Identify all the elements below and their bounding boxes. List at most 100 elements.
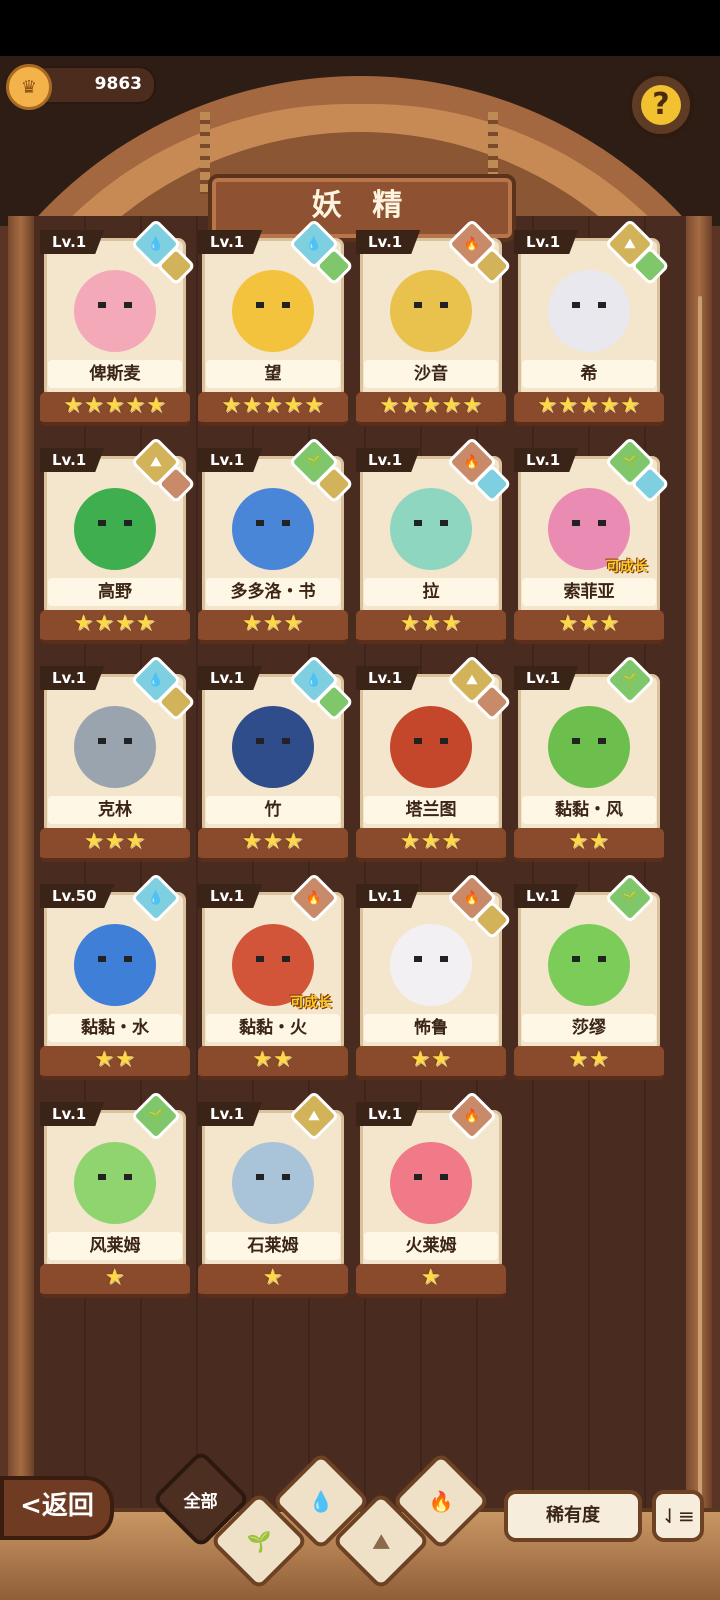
star-rating: ★★★: [198, 828, 348, 862]
star-rating: ★★★: [514, 610, 664, 644]
fairy-card[interactable]: Lv.50 💧 黏黏・水 ★★: [40, 872, 190, 1080]
fairy-name: 俾斯麦: [48, 360, 182, 388]
level-badge: Lv.1: [198, 884, 263, 908]
level-badge: Lv.1: [198, 230, 263, 254]
fairy-card[interactable]: Lv.1 🔥 怖鲁 ★★: [356, 872, 512, 1080]
level-badge: Lv.1: [514, 448, 579, 472]
flame-icon: 🔥: [428, 1489, 454, 1513]
fairy-name: 沙音: [364, 360, 498, 388]
fairy-card[interactable]: Lv.1 ⛰ 塔兰图 ★★★: [356, 654, 512, 862]
level-badge: Lv.1: [40, 1102, 105, 1126]
fairy-card[interactable]: Lv.1 💧 克林 ★★★: [40, 654, 196, 862]
sprout-icon: 🌱: [246, 1529, 272, 1553]
level-badge: Lv.1: [356, 230, 421, 254]
scrollbar-track[interactable]: [698, 296, 702, 1546]
star-rating: ★: [40, 1264, 190, 1298]
fairy-portrait: [390, 706, 472, 788]
fairy-name: 黏黏・火: [206, 1014, 340, 1042]
level-badge: Lv.1: [198, 448, 263, 472]
fairy-name: 莎缪: [522, 1014, 656, 1042]
level-badge: Lv.1: [514, 666, 579, 690]
fairy-card[interactable]: Lv.1 🔥 沙音 ★★★★★: [356, 218, 512, 426]
fairy-card[interactable]: Lv.1 💧 俾斯麦 ★★★★★: [40, 218, 196, 426]
fairy-name: 火莱姆: [364, 1232, 498, 1260]
level-badge: Lv.1: [356, 884, 421, 908]
water-drop-icon: 💧: [308, 1489, 334, 1513]
fairy-name: 黏黏・风: [522, 796, 656, 824]
fairy-portrait: [390, 270, 472, 352]
star-rating: ★★★: [198, 610, 348, 644]
star-rating: ★★: [40, 1046, 190, 1080]
fairy-card[interactable]: Lv.1 ⛰ 高野 ★★★★: [40, 436, 196, 644]
star-rating: ★: [198, 1264, 348, 1298]
fairy-card[interactable]: Lv.1 🌱 黏黏・风 ★★: [514, 654, 664, 862]
fairy-portrait: [390, 924, 472, 1006]
fairy-name: 竹: [206, 796, 340, 824]
sort-rarity-button[interactable]: 稀有度: [504, 1490, 642, 1542]
star-rating: ★★★: [356, 610, 506, 644]
fairy-name: 高野: [48, 578, 182, 606]
fairy-card[interactable]: Lv.1 ⛰ 石莱姆 ★: [198, 1090, 348, 1298]
fairy-portrait: [390, 488, 472, 570]
level-badge: Lv.1: [356, 448, 421, 472]
star-rating: ★★★: [356, 828, 506, 862]
fairy-portrait: [548, 270, 630, 352]
fairy-card[interactable]: Lv.1 🌱 索菲亚 ★★★ 可成长: [514, 436, 670, 644]
fairy-portrait: [74, 706, 156, 788]
growable-tag: 可成长: [290, 995, 332, 1011]
level-badge: Lv.1: [40, 448, 105, 472]
fairy-card[interactable]: Lv.1 🌱 风莱姆 ★: [40, 1090, 190, 1298]
fairy-card[interactable]: Lv.1 🌱 莎缪 ★★: [514, 872, 664, 1080]
level-badge: Lv.1: [514, 884, 579, 908]
fairy-name: 塔兰图: [364, 796, 498, 824]
fairy-card[interactable]: Lv.1 ⛰ 希 ★★★★★: [514, 218, 670, 426]
star-rating: ★★★★★: [198, 392, 348, 426]
fairy-card[interactable]: Lv.1 🔥 火莱姆 ★: [356, 1090, 506, 1298]
growable-tag: 可成长: [606, 559, 648, 575]
fairy-portrait: [232, 1142, 314, 1224]
fairy-portrait: [232, 706, 314, 788]
level-badge: Lv.1: [198, 666, 263, 690]
fairy-card[interactable]: Lv.1 💧 望 ★★★★★: [198, 218, 354, 426]
level-badge: Lv.1: [514, 230, 579, 254]
fairy-name: 望: [206, 360, 340, 388]
star-rating: ★★: [198, 1046, 348, 1080]
level-badge: Lv.1: [356, 666, 421, 690]
star-rating: ★: [356, 1264, 506, 1298]
fairy-name: 怖鲁: [364, 1014, 498, 1042]
status-bar: [0, 0, 720, 56]
star-rating: ★★: [514, 1046, 664, 1080]
fairy-portrait: [548, 924, 630, 1006]
fairy-portrait: [390, 1142, 472, 1224]
fairy-portrait: [74, 1142, 156, 1224]
fairy-portrait: [74, 488, 156, 570]
mountain-icon: ⛰: [372, 1529, 390, 1553]
fairy-card[interactable]: Lv.1 🌱 多多洛・书 ★★★: [198, 436, 354, 644]
fairy-portrait: [232, 488, 314, 570]
sort-order-icon: ⇃≡: [661, 1504, 695, 1528]
fairy-portrait: [74, 924, 156, 1006]
star-rating: ★★★★★: [514, 392, 664, 426]
star-rating: ★★★★★: [40, 392, 190, 426]
fairy-name: 石莱姆: [206, 1232, 340, 1260]
fairy-name: 黏黏・水: [48, 1014, 182, 1042]
level-badge: Lv.1: [40, 230, 105, 254]
sort-order-button[interactable]: ⇃≡: [652, 1490, 704, 1542]
fairy-portrait: [232, 270, 314, 352]
level-badge: Lv.50: [40, 884, 115, 908]
fairy-name: 克林: [48, 796, 182, 824]
fairy-card[interactable]: Lv.1 🔥 拉 ★★★: [356, 436, 512, 644]
back-button[interactable]: <返回: [0, 1476, 114, 1540]
help-button[interactable]: ?: [628, 72, 694, 138]
fairy-portrait: [548, 706, 630, 788]
star-rating: ★★: [514, 828, 664, 862]
fairy-name: 风莱姆: [48, 1232, 182, 1260]
currency-value: 9863: [94, 74, 142, 94]
level-badge: Lv.1: [40, 666, 105, 690]
star-rating: ★★★: [40, 828, 190, 862]
fairy-card[interactable]: Lv.1 🔥 黏黏・火 ★★ 可成长: [198, 872, 348, 1080]
level-badge: Lv.1: [198, 1102, 263, 1126]
fairy-name: 拉: [364, 578, 498, 606]
star-rating: ★★: [356, 1046, 506, 1080]
fairy-card[interactable]: Lv.1 💧 竹 ★★★: [198, 654, 354, 862]
